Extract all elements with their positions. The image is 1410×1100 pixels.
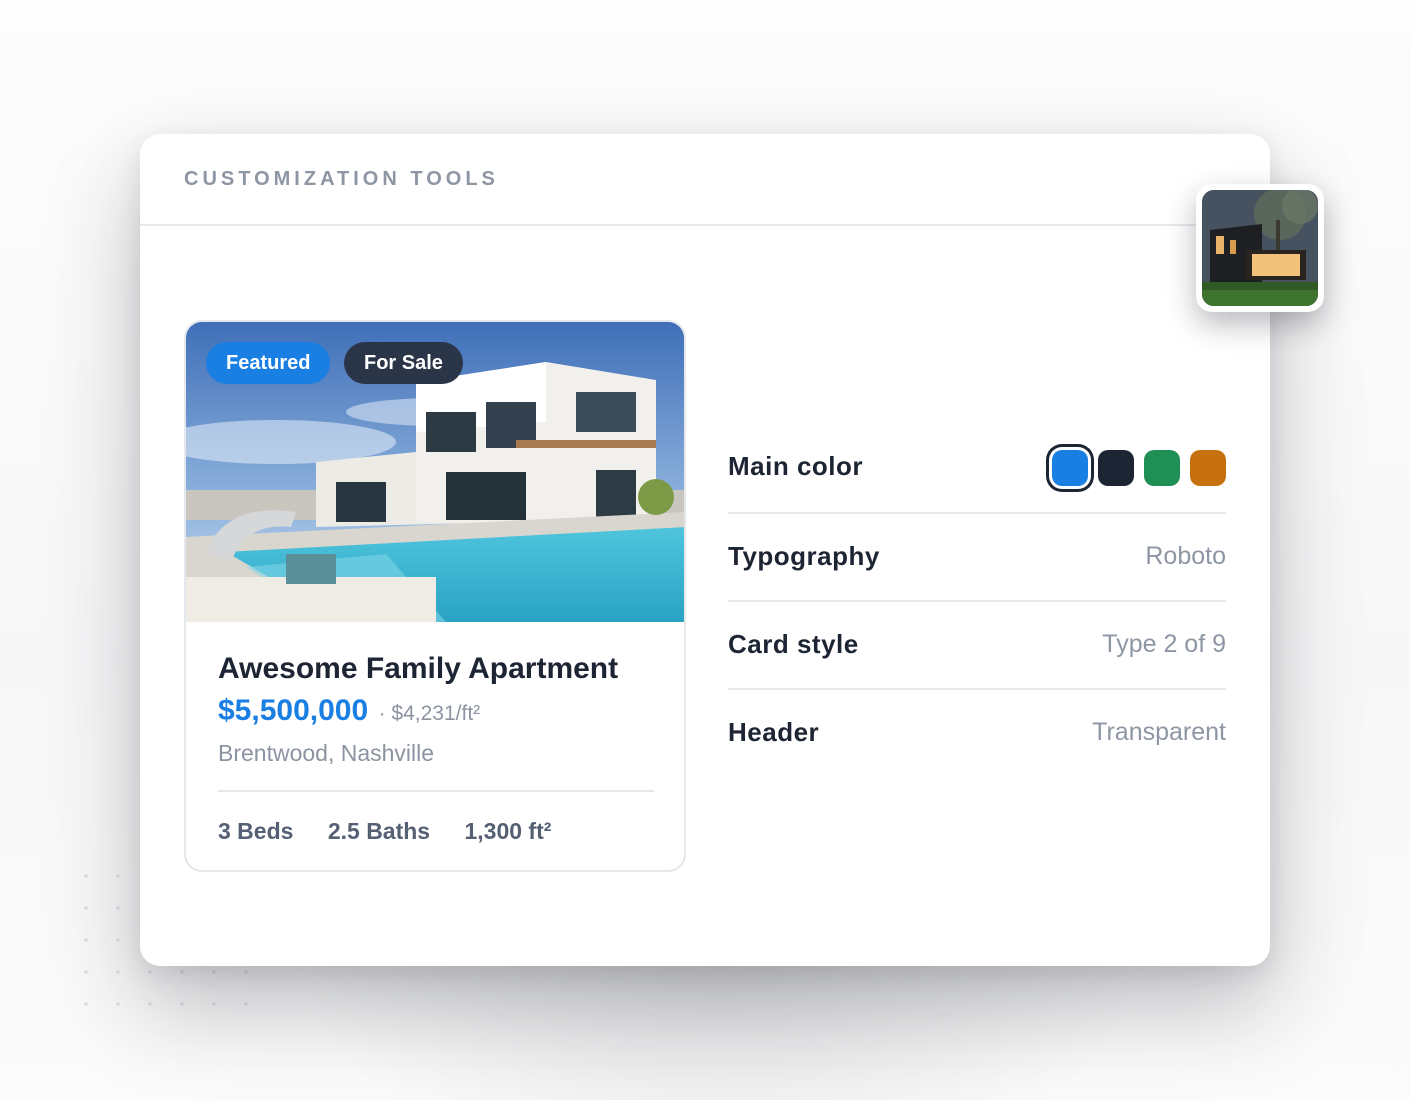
typography-label: Typography <box>728 541 880 571</box>
card-divider <box>218 790 654 792</box>
for-sale-badge: For Sale <box>344 342 463 384</box>
color-swatches <box>1052 448 1226 488</box>
price-row: $5,500,000 · $4,231/ft² <box>218 694 480 728</box>
listing-location: Brentwood, Nashville <box>218 740 435 766</box>
area-size: 1,300 ft² <box>464 818 552 844</box>
header-preview-thumbnail[interactable] <box>1196 184 1324 312</box>
header-label: Header <box>728 717 820 747</box>
header-value[interactable]: Transparent <box>1092 718 1226 747</box>
panel-header: CUSTOMIZATION TOOLS <box>140 134 1270 226</box>
typography-value[interactable]: Roboto <box>1145 542 1226 571</box>
featured-badge: Featured <box>206 342 331 384</box>
beds-count: 3 Beds <box>218 818 294 844</box>
panel-title: CUSTOMIZATION TOOLS <box>184 168 499 190</box>
card-style-row[interactable]: Card style Type 2 of 9 <box>728 602 1226 690</box>
header-row[interactable]: Header Transparent <box>728 690 1226 776</box>
property-card[interactable]: Featured For Sale Awesome Family Apartme… <box>184 320 686 872</box>
card-style-label: Card style <box>728 629 859 659</box>
main-color-row: Main color <box>728 424 1226 514</box>
settings-list: Main color Typography Roboto Card style … <box>728 424 1226 776</box>
listing-stats: 3 Beds 2.5 Baths 1,300 ft² <box>218 818 579 845</box>
card-style-value[interactable]: Type 2 of 9 <box>1102 630 1226 659</box>
baths-count: 2.5 Baths <box>327 818 431 844</box>
main-color-label: Main color <box>728 451 864 481</box>
listing-title[interactable]: Awesome Family Apartment <box>218 652 618 686</box>
color-swatch[interactable] <box>1052 450 1088 486</box>
price-per-sqft: · $4,231/ft² <box>378 702 481 725</box>
modern-house-image <box>1202 190 1318 306</box>
typography-row[interactable]: Typography Roboto <box>728 514 1226 602</box>
color-swatch[interactable] <box>1190 450 1226 486</box>
listing-price: $5,500,000 <box>218 694 369 727</box>
property-photo: Featured For Sale <box>186 322 684 622</box>
color-swatch[interactable] <box>1144 450 1180 486</box>
color-swatch[interactable] <box>1098 450 1134 486</box>
